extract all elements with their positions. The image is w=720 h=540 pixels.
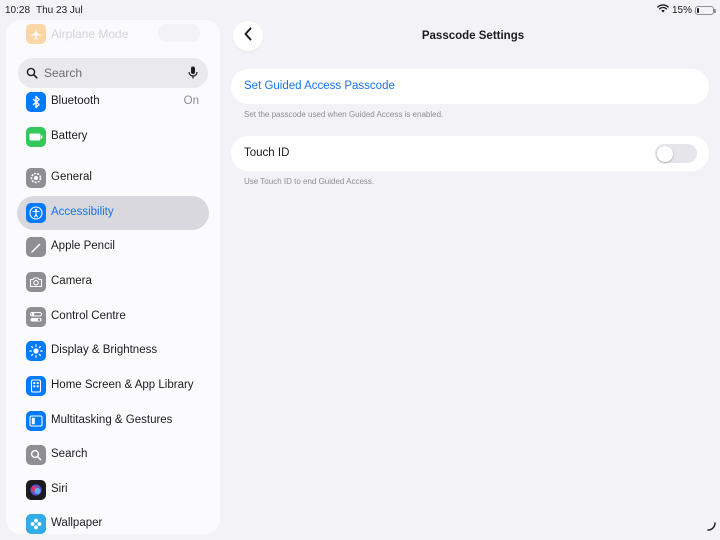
sidebar-item-label: Apple Pencil: [51, 240, 115, 252]
control-centre-icon: [26, 307, 46, 327]
wallpaper-icon: [26, 514, 46, 534]
sidebar-item-label: Accessibility: [51, 206, 114, 218]
corner-indicator-icon: [705, 519, 717, 537]
toggle-knob: [656, 145, 673, 162]
sidebar-item-label: Search: [51, 448, 88, 460]
search-placeholder: Search: [44, 66, 83, 80]
battery-percent: 15%: [671, 4, 692, 16]
set-passcode-row[interactable]: Set Guided Access Passcode: [231, 69, 709, 104]
search-input[interactable]: Search: [18, 58, 208, 88]
set-passcode-footnote: Set the passcode used when Guided Access…: [244, 110, 444, 119]
sidebar-item-label: Control Centre: [51, 310, 126, 322]
sidebar-item-control-centre[interactable]: Control Centre: [17, 300, 209, 334]
microphone-icon[interactable]: [188, 66, 198, 84]
touch-id-footnote: Use Touch ID to end Guided Access.: [244, 177, 375, 186]
page-title: Passcode Settings: [421, 30, 525, 42]
sidebar-item-apple-pencil[interactable]: Apple Pencil: [17, 230, 209, 264]
siri-icon: [26, 480, 46, 500]
search-icon: [26, 66, 38, 84]
sidebar-item-airplane-mode[interactable]: Airplane Mode: [6, 20, 220, 46]
sidebar-item-display-brightness[interactable]: Display & Brightness: [17, 334, 209, 368]
status-time: 10:28: [5, 5, 31, 16]
sidebar-item-home-screen[interactable]: Home Screen & App Library: [17, 369, 209, 403]
battery-icon: [26, 127, 46, 147]
bluetooth-status: On: [183, 95, 199, 107]
airplane-icon: [26, 24, 46, 44]
sidebar-item-label: Camera: [51, 275, 92, 287]
sidebar-item-label: Siri: [51, 483, 68, 495]
sidebar-item-label: Battery: [51, 130, 88, 142]
sidebar-item-wallpaper[interactable]: Wallpaper: [17, 507, 209, 534]
sidebar-item-camera[interactable]: Camera: [17, 265, 209, 299]
airplane-mode-toggle[interactable]: [158, 24, 200, 42]
touch-id-label: Touch ID: [244, 147, 290, 159]
sidebar-item-label: Home Screen & App Library: [51, 379, 194, 391]
gear-icon: [26, 168, 46, 188]
sidebar-item-battery[interactable]: Battery: [17, 120, 209, 154]
bluetooth-icon: [26, 92, 46, 112]
search-icon: [26, 445, 46, 465]
set-passcode-link[interactable]: Set Guided Access Passcode: [244, 80, 395, 92]
status-date: Thu 23 Jul: [36, 5, 83, 16]
sidebar-item-bluetooth[interactable]: Bluetooth On: [17, 85, 209, 119]
sidebar: Airplane Mode Search Bluetooth On Batter…: [6, 20, 220, 534]
sidebar-item-label: Display & Brightness: [51, 344, 158, 356]
status-indicators: 15%: [657, 4, 716, 16]
accessibility-icon: [26, 203, 46, 223]
battery-icon: [695, 5, 716, 15]
sidebar-item-accessibility[interactable]: Accessibility: [17, 196, 209, 230]
sidebar-item-label: Wallpaper: [51, 517, 103, 529]
touch-id-toggle[interactable]: [655, 144, 697, 163]
sidebar-item-label: Airplane Mode: [51, 27, 129, 41]
home-screen-icon: [26, 376, 46, 396]
sidebar-item-general[interactable]: General: [17, 161, 209, 195]
camera-icon: [26, 272, 46, 292]
touch-id-row: Touch ID: [231, 136, 709, 171]
sidebar-item-siri[interactable]: Siri: [17, 473, 209, 507]
pencil-icon: [26, 237, 46, 257]
sidebar-item-label: General: [51, 171, 92, 183]
status-bar: 10:28 Thu 23 Jul 15%: [0, 0, 720, 20]
multitasking-icon: [26, 411, 46, 431]
sidebar-item-multitasking[interactable]: Multitasking & Gestures: [17, 404, 209, 438]
battery-level: [697, 7, 700, 13]
sun-icon: [26, 341, 46, 361]
wifi-icon: [657, 4, 669, 16]
sidebar-item-search[interactable]: Search: [17, 438, 209, 472]
sidebar-item-label: Multitasking & Gestures: [51, 414, 173, 426]
sidebar-item-label: Bluetooth: [51, 95, 100, 107]
